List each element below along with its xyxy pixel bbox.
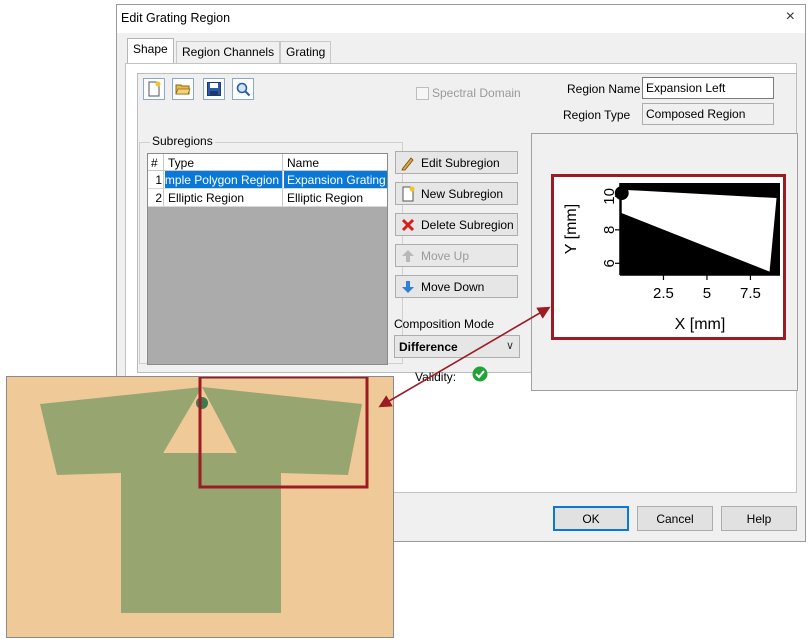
tab-grating[interactable]: Grating	[280, 41, 332, 63]
edit-subregion-button[interactable]: Edit Subregion	[395, 151, 518, 174]
row-index: 2	[148, 189, 164, 206]
tab-region-channels[interactable]: Region Channels	[176, 41, 281, 63]
region-type-field: Composed Region	[642, 103, 774, 125]
title-bar: Edit Grating Region ×	[117, 5, 805, 33]
region-type-label: Region Type	[563, 108, 631, 122]
delete-subregion-button[interactable]: Delete Subregion	[395, 213, 518, 236]
move-up-label: Move Up	[421, 248, 470, 263]
magnifier-icon	[236, 82, 251, 97]
move-down-label: Move Down	[421, 279, 485, 294]
open-folder-icon	[175, 84, 191, 95]
save-disk-icon	[207, 82, 221, 96]
subregions-table[interactable]: # Type Name 1 Simple Polygon Region Expa…	[147, 153, 388, 365]
save-button[interactable]	[203, 78, 225, 100]
new-button[interactable]	[143, 78, 165, 100]
x-axis-label: X [mm]	[675, 316, 726, 333]
region-name-field[interactable]: Expansion Left	[642, 77, 774, 99]
row-index: 1	[148, 171, 164, 188]
table-header: # Type Name	[148, 154, 387, 171]
column-header-index[interactable]: #	[148, 154, 164, 170]
spectral-domain-label: Spectral Domain	[432, 86, 521, 100]
new-document-icon	[402, 186, 415, 201]
validity-label: Validity:	[415, 370, 457, 384]
row-type: Elliptic Region	[165, 189, 283, 206]
dialog-title: Edit Grating Region	[121, 11, 231, 25]
new-document-icon	[148, 81, 161, 97]
check-circle-icon	[472, 366, 488, 382]
arrow-down-icon	[402, 280, 414, 293]
row-type: Simple Polygon Region	[165, 171, 283, 188]
cancel-button[interactable]: Cancel	[637, 506, 713, 531]
y-axis-label: Y [mm]	[563, 204, 580, 254]
y-tick-label: 8	[601, 226, 618, 234]
spectral-domain-checkbox[interactable]	[416, 87, 429, 100]
region-name-label: Region Name	[567, 82, 641, 96]
elliptic-dot	[196, 397, 208, 409]
edit-subregion-label: Edit Subregion	[421, 155, 500, 170]
close-icon[interactable]: ×	[786, 8, 795, 26]
y-tick-label: 10	[601, 188, 618, 205]
composition-mode-dropdown[interactable]: Difference ∨	[394, 335, 520, 358]
x-tick-label: 5	[703, 285, 711, 302]
x-tick-label: 7.5	[740, 285, 761, 302]
column-header-name[interactable]: Name	[284, 154, 387, 170]
table-row[interactable]: 1 Simple Polygon Region Expansion Gratin…	[148, 171, 387, 189]
row-name: Expansion Grating	[284, 171, 387, 188]
composition-mode-value: Difference	[399, 340, 458, 354]
delete-subregion-label: Delete Subregion	[421, 217, 514, 232]
move-up-button[interactable]: Move Up	[395, 244, 518, 267]
pencil-icon	[401, 156, 414, 170]
x-tick-label: 2.5	[653, 285, 674, 302]
help-button[interactable]: Help	[721, 506, 797, 531]
new-subregion-label: New Subregion	[421, 186, 504, 201]
arrow-up-icon	[402, 249, 414, 262]
move-down-button[interactable]: Move Down	[395, 275, 518, 298]
subregions-label: Subregions	[150, 134, 215, 148]
chevron-down-icon: ∨	[505, 340, 514, 352]
zoomed-plot-callout: 2.5 5 7.5 6 8 10 X [mm] Y [mm]	[551, 174, 786, 340]
tab-shape[interactable]: Shape	[127, 38, 174, 64]
ok-button[interactable]: OK	[553, 506, 629, 531]
open-button[interactable]	[172, 78, 194, 100]
column-header-type[interactable]: Type	[165, 154, 283, 170]
y-tick-label: 6	[601, 259, 618, 267]
red-x-icon	[401, 218, 415, 231]
region-plot: 2.5 5 7.5 6 8 10 X [mm] Y [mm]	[563, 183, 780, 333]
new-subregion-button[interactable]: New Subregion	[395, 182, 518, 205]
composition-mode-label: Composition Mode	[394, 317, 495, 331]
region-sketch	[40, 375, 369, 613]
search-button[interactable]	[232, 78, 254, 100]
table-row[interactable]: 2 Elliptic Region Elliptic Region	[148, 189, 387, 207]
row-name: Elliptic Region	[287, 191, 364, 205]
region-sketch-image	[6, 375, 394, 638]
